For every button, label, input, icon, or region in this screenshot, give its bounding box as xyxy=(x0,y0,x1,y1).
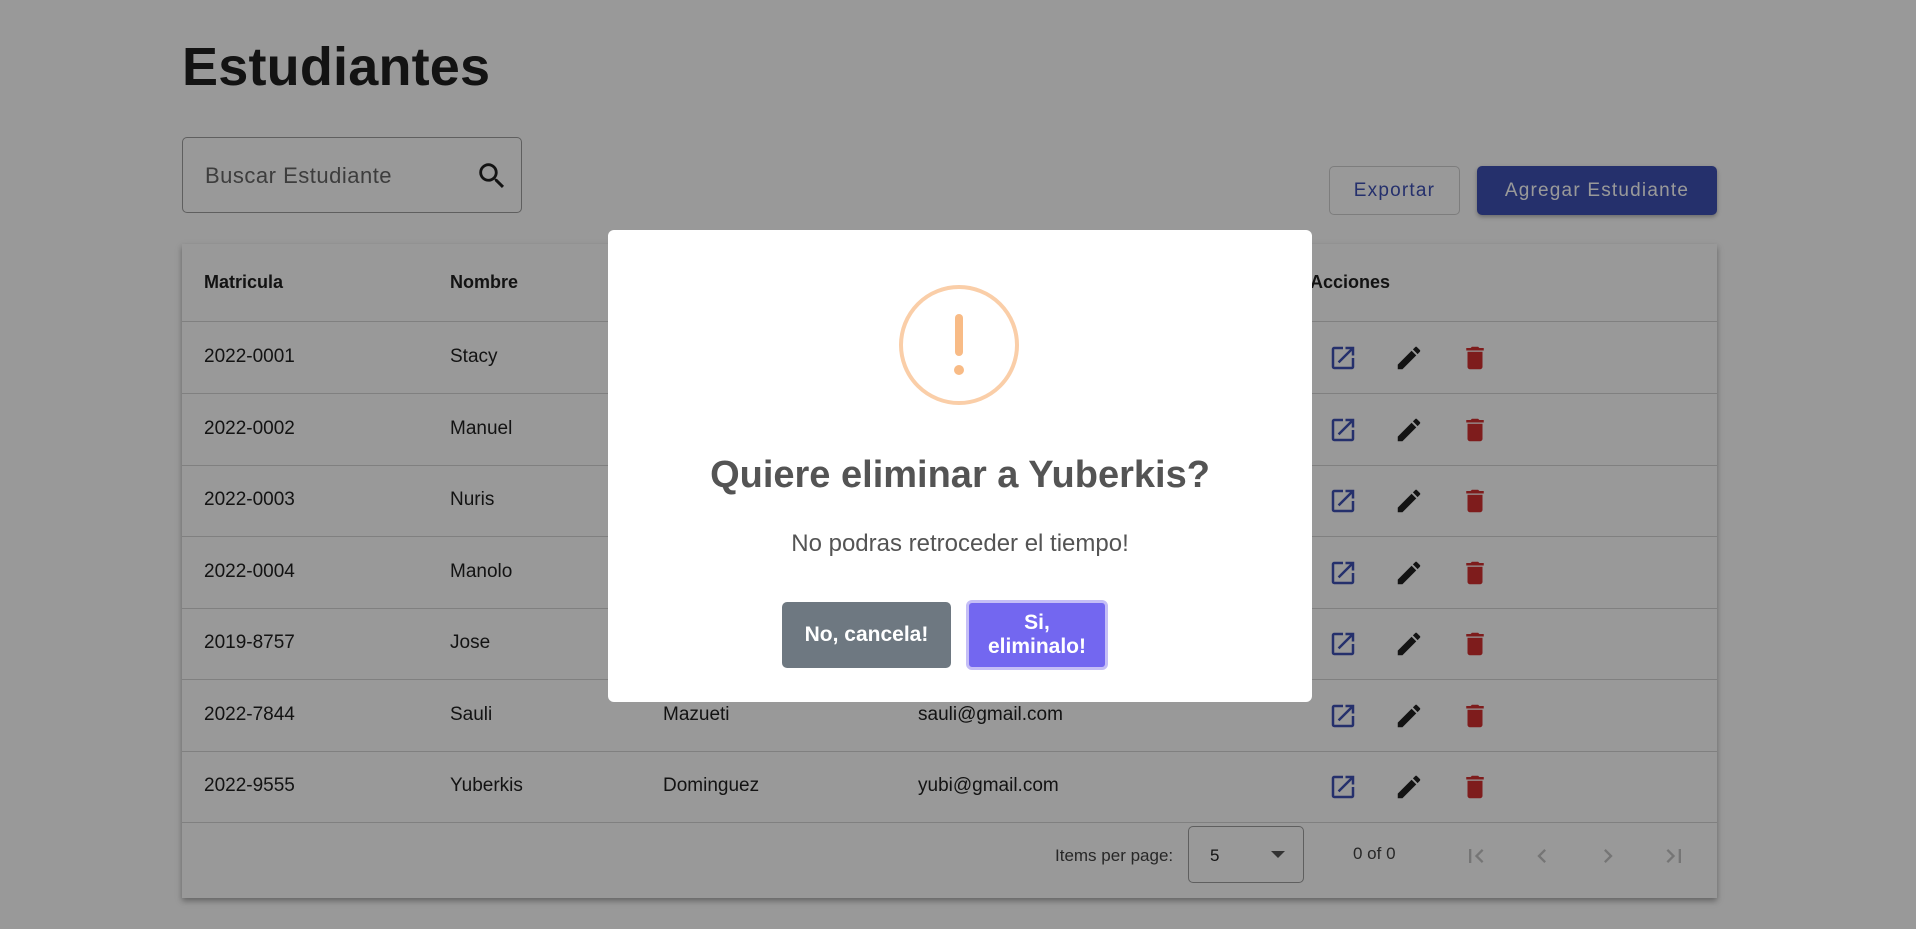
cancel-button[interactable]: No, cancela! xyxy=(782,602,951,668)
dialog-message: No podras retroceder el tiempo! xyxy=(791,530,1129,557)
dialog-title: Quiere eliminar a Yuberkis? xyxy=(710,454,1210,496)
warning-exclamation-icon xyxy=(898,284,1020,406)
delete-confirm-dialog: Quiere eliminar a Yuberkis? No podras re… xyxy=(608,230,1312,702)
confirm-delete-button[interactable]: Si, eliminalo! xyxy=(966,600,1108,670)
